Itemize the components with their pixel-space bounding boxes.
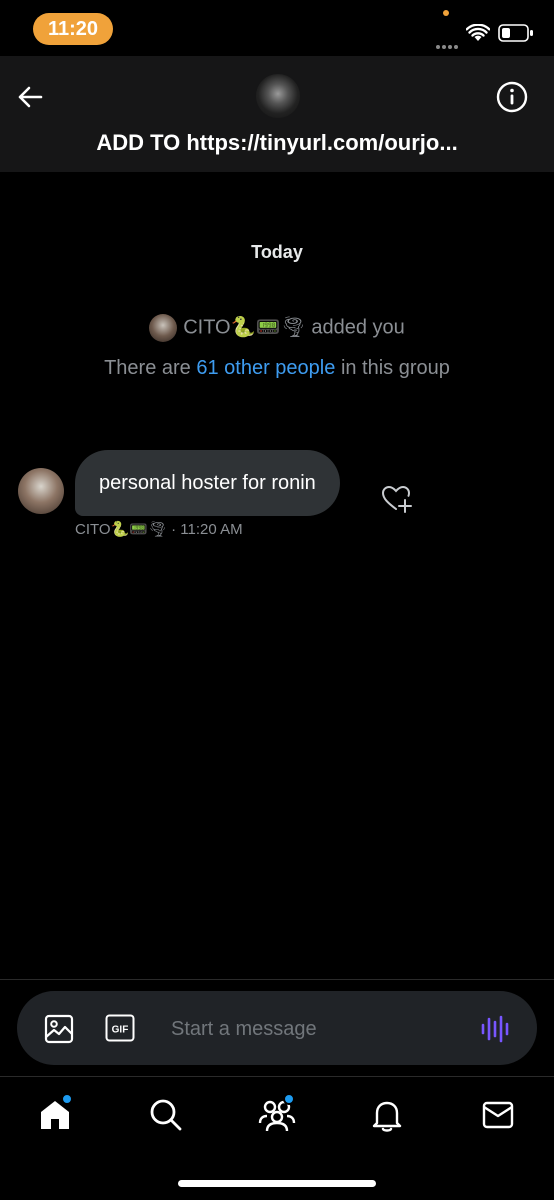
adder-emojis: 🐍📟🌪	[230, 314, 306, 339]
group-member-count: There are 61 other people in this group	[0, 357, 554, 380]
home-badge	[61, 1093, 73, 1105]
system-action-text: added you	[311, 316, 405, 339]
image-icon[interactable]	[43, 1013, 75, 1045]
sender-avatar[interactable]	[18, 468, 64, 514]
group-avatar[interactable]	[256, 74, 300, 118]
other-people-link[interactable]: 61 other people	[196, 357, 335, 379]
nav-communities[interactable]	[257, 1093, 297, 1135]
nav-notifications[interactable]	[367, 1095, 407, 1135]
conversation-title[interactable]: ADD TO https://tinyurl.com/ourjo...	[0, 130, 554, 156]
voice-message-icon[interactable]	[479, 1013, 511, 1045]
add-reaction-heart-icon[interactable]	[380, 482, 414, 516]
adder-avatar	[149, 314, 178, 342]
count-suffix: in this group	[340, 357, 450, 379]
privacy-indicator	[443, 10, 449, 16]
nav-home[interactable]	[35, 1093, 75, 1135]
status-time: 11:20	[33, 13, 113, 45]
count-prefix: There are	[104, 357, 191, 379]
home-indicator	[178, 1180, 376, 1187]
sender-name: CITO	[75, 521, 111, 538]
message-input[interactable]	[169, 1012, 463, 1046]
back-arrow-icon[interactable]	[14, 81, 46, 113]
date-separator: Today	[251, 242, 303, 262]
gif-label: GIF	[112, 1025, 129, 1036]
message-bubble[interactable]: personal hoster for ronin	[75, 450, 340, 516]
communities-badge	[283, 1093, 295, 1105]
message-meta: CITO🐍📟🌪 · 11:20 AM	[75, 520, 243, 538]
gif-icon: GIF	[105, 1014, 135, 1042]
status-bar: 11:20	[0, 0, 554, 56]
info-icon[interactable]	[494, 79, 530, 115]
nav-search[interactable]	[146, 1095, 186, 1135]
message-time: · 11:20 AM	[171, 521, 243, 538]
nav-messages[interactable]	[478, 1095, 518, 1135]
system-added-message: CITO🐍📟🌪 added you	[0, 314, 554, 342]
search-icon	[150, 1099, 182, 1131]
conversation-header: ADD TO https://tinyurl.com/ourjo...	[0, 56, 554, 172]
cellular-signal-icon	[436, 36, 460, 54]
gif-button[interactable]: GIF	[105, 1014, 135, 1042]
notifications-icon	[372, 1101, 402, 1132]
adder-name: CITO	[183, 316, 231, 339]
messages-icon	[482, 1101, 514, 1129]
composer-divider	[0, 979, 554, 980]
sender-emojis: 🐍📟🌪	[110, 520, 167, 538]
message-composer: GIF	[17, 991, 537, 1065]
wifi-icon	[466, 24, 490, 41]
battery-icon	[498, 24, 533, 42]
